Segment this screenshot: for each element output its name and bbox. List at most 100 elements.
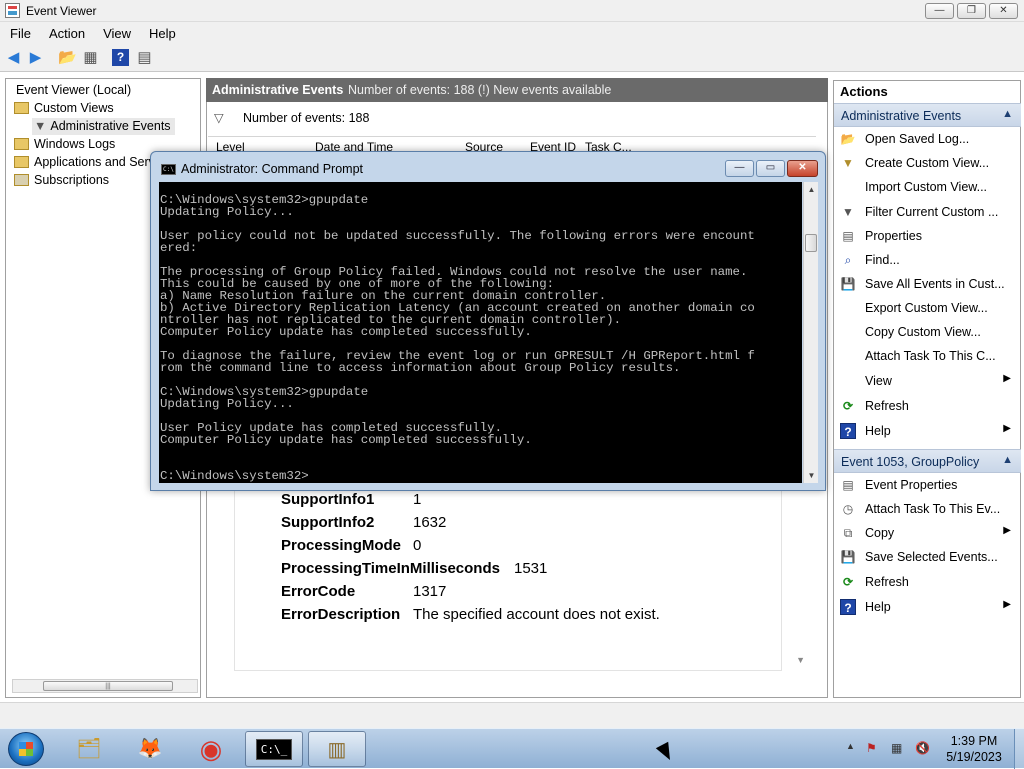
- scroll-up-arrow-icon[interactable]: ▲: [805, 183, 818, 196]
- tree-root[interactable]: Event Viewer (Local): [16, 83, 131, 97]
- action-copy-custom-view[interactable]: Copy Custom View...: [834, 321, 1021, 343]
- scroll-down-arrow-icon[interactable]: ▼: [805, 469, 818, 482]
- clock-time: 1:39 PM: [950, 734, 998, 748]
- taskbar: 🗂 🦊 ◉ C:\_ ▥ ▲ ⚑ ▦ 🔇 1:39 PM 5/19/2023: [0, 728, 1024, 769]
- forward-arrow-icon[interactable]: ▶: [27, 49, 44, 66]
- action-save-selected-events[interactable]: 💾 Save Selected Events...: [834, 546, 1021, 568]
- scroll-thumb[interactable]: [805, 234, 817, 252]
- action-copy[interactable]: ⧉ Copy ▶: [834, 522, 1021, 544]
- tree-subscriptions[interactable]: Subscriptions: [14, 173, 109, 187]
- action-export-custom-view[interactable]: Export Custom View...: [834, 297, 1021, 319]
- taskbar-chrome-icon[interactable]: ◉: [182, 731, 240, 767]
- action-filter-current-custom[interactable]: ▼ Filter Current Custom ...: [834, 201, 1021, 223]
- find-icon: ⌕: [844, 253, 852, 267]
- help-icon: ?: [840, 423, 856, 439]
- filter-icon: ▼: [842, 205, 854, 219]
- center-header: Administrative Events Number of events: …: [206, 78, 828, 102]
- action-label: Copy: [865, 526, 895, 540]
- back-arrow-icon[interactable]: ◀: [5, 49, 22, 66]
- console-output[interactable]: C:\Windows\system32>gpupdate Updating Po…: [159, 182, 802, 483]
- tree-app-services[interactable]: Applications and Serv: [14, 155, 155, 169]
- cmd-close-button[interactable]: ✕: [787, 160, 818, 177]
- action-create-custom-view[interactable]: ▼ Create Custom View...: [834, 152, 1021, 174]
- menu-help[interactable]: Help: [149, 26, 176, 41]
- console-vertical-scrollbar[interactable]: ▲ ▼: [803, 182, 818, 483]
- taskbar-command-prompt-icon[interactable]: C:\_: [245, 731, 303, 767]
- tray-action-center-icon[interactable]: ⚑: [866, 741, 877, 755]
- detail-value: 0: [413, 537, 422, 554]
- cmd-maximize-button[interactable]: ▭: [756, 160, 785, 177]
- action-properties[interactable]: ▤ Properties: [834, 225, 1021, 247]
- action-label: Attach Task To This C...: [865, 349, 996, 363]
- action-attach-task-event[interactable]: ◷ Attach Task To This Ev...: [834, 498, 1021, 520]
- tree-app-services-label: Applications and Serv: [34, 155, 155, 169]
- tree-admin-events[interactable]: ▼ Administrative Events: [32, 118, 175, 135]
- folder-up-icon[interactable]: 📂: [58, 49, 77, 66]
- show-desktop-button[interactable]: [1014, 729, 1024, 769]
- show-hide-action-pane-icon[interactable]: ▤: [136, 49, 153, 66]
- taskbar-firefox-icon[interactable]: 🦊: [121, 731, 179, 767]
- system-clock[interactable]: 1:39 PM 5/19/2023: [936, 733, 1012, 765]
- action-help[interactable]: ? Help ▶: [834, 420, 1021, 442]
- cmd-minimize-button[interactable]: —: [725, 160, 754, 177]
- action-open-saved-log[interactable]: 📂 Open Saved Log...: [834, 128, 1021, 150]
- action-label: Create Custom View...: [865, 156, 990, 170]
- action-label: Help: [865, 424, 891, 438]
- command-prompt-icon: C:\: [161, 164, 176, 175]
- action-refresh[interactable]: ⟳ Refresh: [834, 395, 1021, 417]
- tree-admin-events-label: Administrative Events: [50, 119, 171, 133]
- action-label: Save All Events in Cust...: [865, 277, 1005, 291]
- cmd-window-title: Administrator: Command Prompt: [181, 162, 364, 176]
- tree-custom-views[interactable]: Custom Views: [14, 101, 114, 115]
- show-hide-tree-icon[interactable]: ▦: [82, 49, 99, 66]
- action-import-custom-view[interactable]: Import Custom View...: [834, 176, 1021, 198]
- detail-value: 1632: [413, 514, 447, 531]
- properties-icon: ▤: [842, 478, 854, 492]
- detail-key: SupportInfo2: [281, 514, 375, 531]
- close-button[interactable]: ✕: [989, 3, 1018, 19]
- tray-network-icon[interactable]: ▦: [891, 741, 902, 755]
- action-find[interactable]: ⌕ Find...: [834, 249, 1021, 271]
- tree-horizontal-scrollbar[interactable]: |||: [12, 679, 198, 693]
- action-attach-task-custom[interactable]: Attach Task To This C...: [834, 345, 1021, 367]
- maximize-button[interactable]: ❐: [957, 3, 986, 19]
- refresh-icon: ⟳: [842, 575, 854, 589]
- start-button[interactable]: [8, 732, 44, 766]
- scroll-down-arrow-icon[interactable]: ▼: [796, 655, 805, 665]
- actions-section-event[interactable]: Event 1053, GroupPolicy ▲: [834, 449, 1021, 473]
- taskbar-event-viewer-icon[interactable]: ▥: [308, 731, 366, 767]
- help-icon[interactable]: ?: [112, 49, 129, 66]
- tray-show-hidden-icon[interactable]: ▲: [846, 741, 855, 751]
- open-folder-icon: 📂: [840, 132, 856, 146]
- minimize-button[interactable]: —: [925, 3, 954, 19]
- tray-volume-muted-icon[interactable]: 🔇: [915, 741, 930, 755]
- action-label: Attach Task To This Ev...: [865, 502, 1001, 516]
- action-label: Open Saved Log...: [865, 132, 970, 146]
- submenu-arrow-icon: ▶: [1003, 423, 1011, 434]
- action-help-event[interactable]: ? Help ▶: [834, 596, 1021, 618]
- taskbar-file-explorer-icon[interactable]: 🗂: [60, 731, 118, 767]
- command-prompt-window[interactable]: C:\ Administrator: Command Prompt — ▭ ✕ …: [150, 151, 826, 491]
- action-view[interactable]: View ▶: [834, 370, 1021, 392]
- action-label: Copy Custom View...: [865, 325, 981, 339]
- filter-icon: ▼: [34, 119, 47, 133]
- tree-root-label: Event Viewer (Local): [16, 83, 132, 97]
- actions-section-admin-events[interactable]: Administrative Events ▲: [834, 103, 1021, 127]
- action-label: Help: [865, 600, 891, 614]
- tree-subscriptions-label: Subscriptions: [34, 173, 110, 187]
- menu-action[interactable]: Action: [49, 26, 85, 41]
- collapse-icon[interactable]: ▲: [1002, 108, 1013, 120]
- action-refresh-event[interactable]: ⟳ Refresh: [834, 571, 1021, 593]
- menu-file[interactable]: File: [10, 26, 31, 41]
- action-label: Event Properties: [865, 478, 958, 492]
- action-save-all-events[interactable]: 💾 Save All Events in Cust...: [834, 273, 1021, 295]
- tree-windows-logs[interactable]: Windows Logs: [14, 137, 115, 151]
- action-event-properties[interactable]: ▤ Event Properties: [834, 474, 1021, 496]
- collapse-icon[interactable]: ▲: [1002, 454, 1013, 466]
- scroll-thumb[interactable]: |||: [43, 681, 173, 691]
- folder-icon: [14, 138, 29, 150]
- filter-icon: ▽: [214, 111, 224, 125]
- menu-view[interactable]: View: [103, 26, 131, 41]
- tree-custom-views-label: Custom Views: [34, 101, 114, 115]
- submenu-arrow-icon: ▶: [1003, 599, 1011, 610]
